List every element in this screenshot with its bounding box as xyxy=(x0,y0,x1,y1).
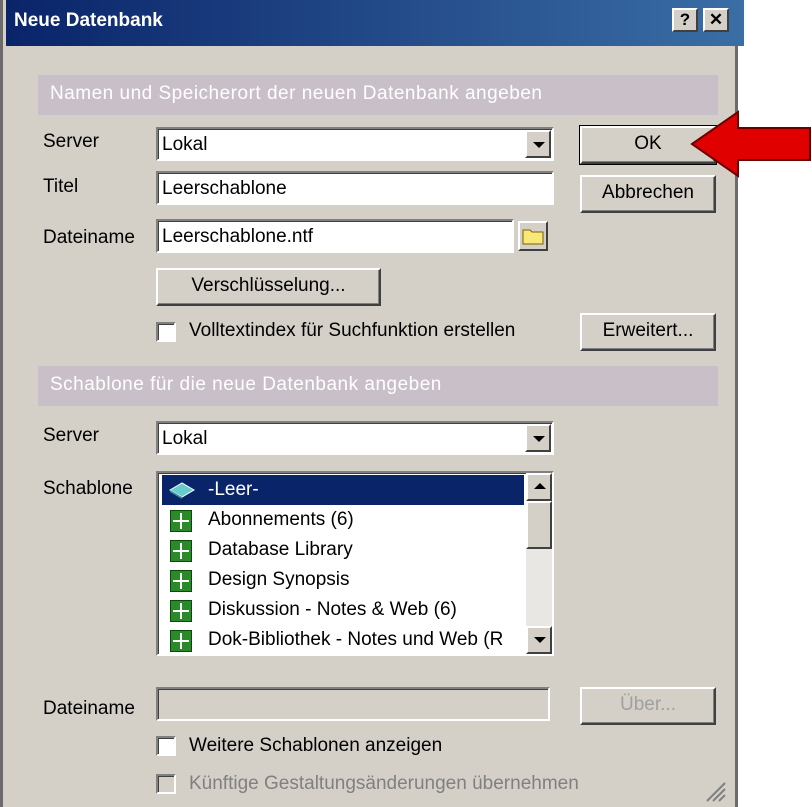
template-list-scrollbar[interactable] xyxy=(526,473,552,654)
list-item[interactable]: Abonnements (6) xyxy=(162,505,524,535)
book-icon xyxy=(169,482,195,499)
list-item[interactable]: Diskussion - Notes & Web (6) xyxy=(162,595,524,625)
fulltext-index-checkbox[interactable] xyxy=(156,322,176,342)
scroll-down-icon[interactable] xyxy=(526,626,552,654)
list-item-label: Abonnements (6) xyxy=(208,509,354,530)
list-item[interactable]: -Leer- xyxy=(162,475,524,505)
template-filename-label: Dateiname xyxy=(43,698,135,719)
title-value: Leerschablone xyxy=(162,178,287,199)
browse-folder-button[interactable] xyxy=(518,221,548,251)
notes-db-icon xyxy=(170,540,192,562)
title-label: Titel xyxy=(43,176,79,197)
template-server-value: Lokal xyxy=(162,428,208,449)
close-icon: ✕ xyxy=(708,10,724,29)
notes-db-icon xyxy=(170,600,192,622)
title-bar: Neue Datenbank ? ✕ xyxy=(6,0,744,46)
inherit-changes-checkbox xyxy=(156,774,176,794)
inherit-changes-label: Künftige Gestaltungsänderungen übernehme… xyxy=(189,773,579,794)
cancel-button[interactable]: Abbrechen xyxy=(580,175,716,213)
window-title: Neue Datenbank xyxy=(14,10,163,31)
template-server-label: Server xyxy=(43,425,99,446)
filename-label: Dateiname xyxy=(43,227,135,248)
server-dropdown[interactable]: Lokal xyxy=(156,127,554,161)
template-list[interactable]: -Leer- Abonnements (6) Database Library … xyxy=(156,471,554,656)
list-item[interactable]: Database Library xyxy=(162,535,524,565)
filename-input[interactable]: Leerschablone.ntf xyxy=(156,219,514,253)
template-server-dropdown[interactable]: Lokal xyxy=(156,421,554,455)
close-button[interactable]: ✕ xyxy=(703,8,729,32)
encryption-button[interactable]: Verschlüsselung... xyxy=(156,268,381,306)
list-item-label: Database Library xyxy=(208,539,353,560)
section-header-name-location: Namen und Speicherort der neuen Datenban… xyxy=(38,75,718,115)
notes-db-icon xyxy=(170,630,192,652)
scroll-thumb[interactable] xyxy=(526,501,552,549)
scroll-up-icon[interactable] xyxy=(526,473,552,501)
help-icon: ? xyxy=(679,10,691,29)
list-item-label: Dok-Bibliothek - Notes und Web (R xyxy=(208,629,504,650)
more-templates-checkbox[interactable] xyxy=(156,736,176,756)
resize-grip-icon[interactable] xyxy=(701,777,727,803)
server-value: Lokal xyxy=(162,134,208,155)
list-item-label: -Leer- xyxy=(208,479,259,500)
list-item[interactable]: Dok-Bibliothek - Notes und Web (R xyxy=(162,625,524,654)
server-label: Server xyxy=(43,131,99,152)
about-button: Über... xyxy=(580,687,716,725)
new-database-dialog: Neue Datenbank ? ✕ Namen und Speicherort… xyxy=(0,0,744,807)
list-item[interactable]: Design Synopsis xyxy=(162,565,524,595)
template-filename-input xyxy=(156,687,550,721)
template-label: Schablone xyxy=(43,478,133,499)
notes-db-icon xyxy=(170,510,192,532)
filename-value: Leerschablone.ntf xyxy=(162,226,314,247)
folder-icon xyxy=(522,229,544,245)
section-header-template: Schablone für die neue Datenbank angeben xyxy=(38,366,718,406)
chevron-down-icon[interactable] xyxy=(525,424,551,452)
list-item-label: Diskussion - Notes & Web (6) xyxy=(208,599,457,620)
chevron-down-icon[interactable] xyxy=(525,130,551,158)
help-button[interactable]: ? xyxy=(672,8,698,32)
fulltext-index-label: Volltextindex für Suchfunktion erstellen xyxy=(189,320,516,341)
title-input[interactable]: Leerschablone xyxy=(156,171,554,205)
section-header-text: Namen und Speicherort der neuen Datenban… xyxy=(50,83,543,104)
list-item-label: Design Synopsis xyxy=(208,569,350,590)
section-header-text: Schablone für die neue Datenbank angeben xyxy=(50,374,442,395)
red-arrow-annotation xyxy=(690,110,811,178)
notes-db-icon xyxy=(170,570,192,592)
more-templates-label: Weitere Schablonen anzeigen xyxy=(189,735,443,756)
advanced-button[interactable]: Erweitert... xyxy=(580,313,716,351)
